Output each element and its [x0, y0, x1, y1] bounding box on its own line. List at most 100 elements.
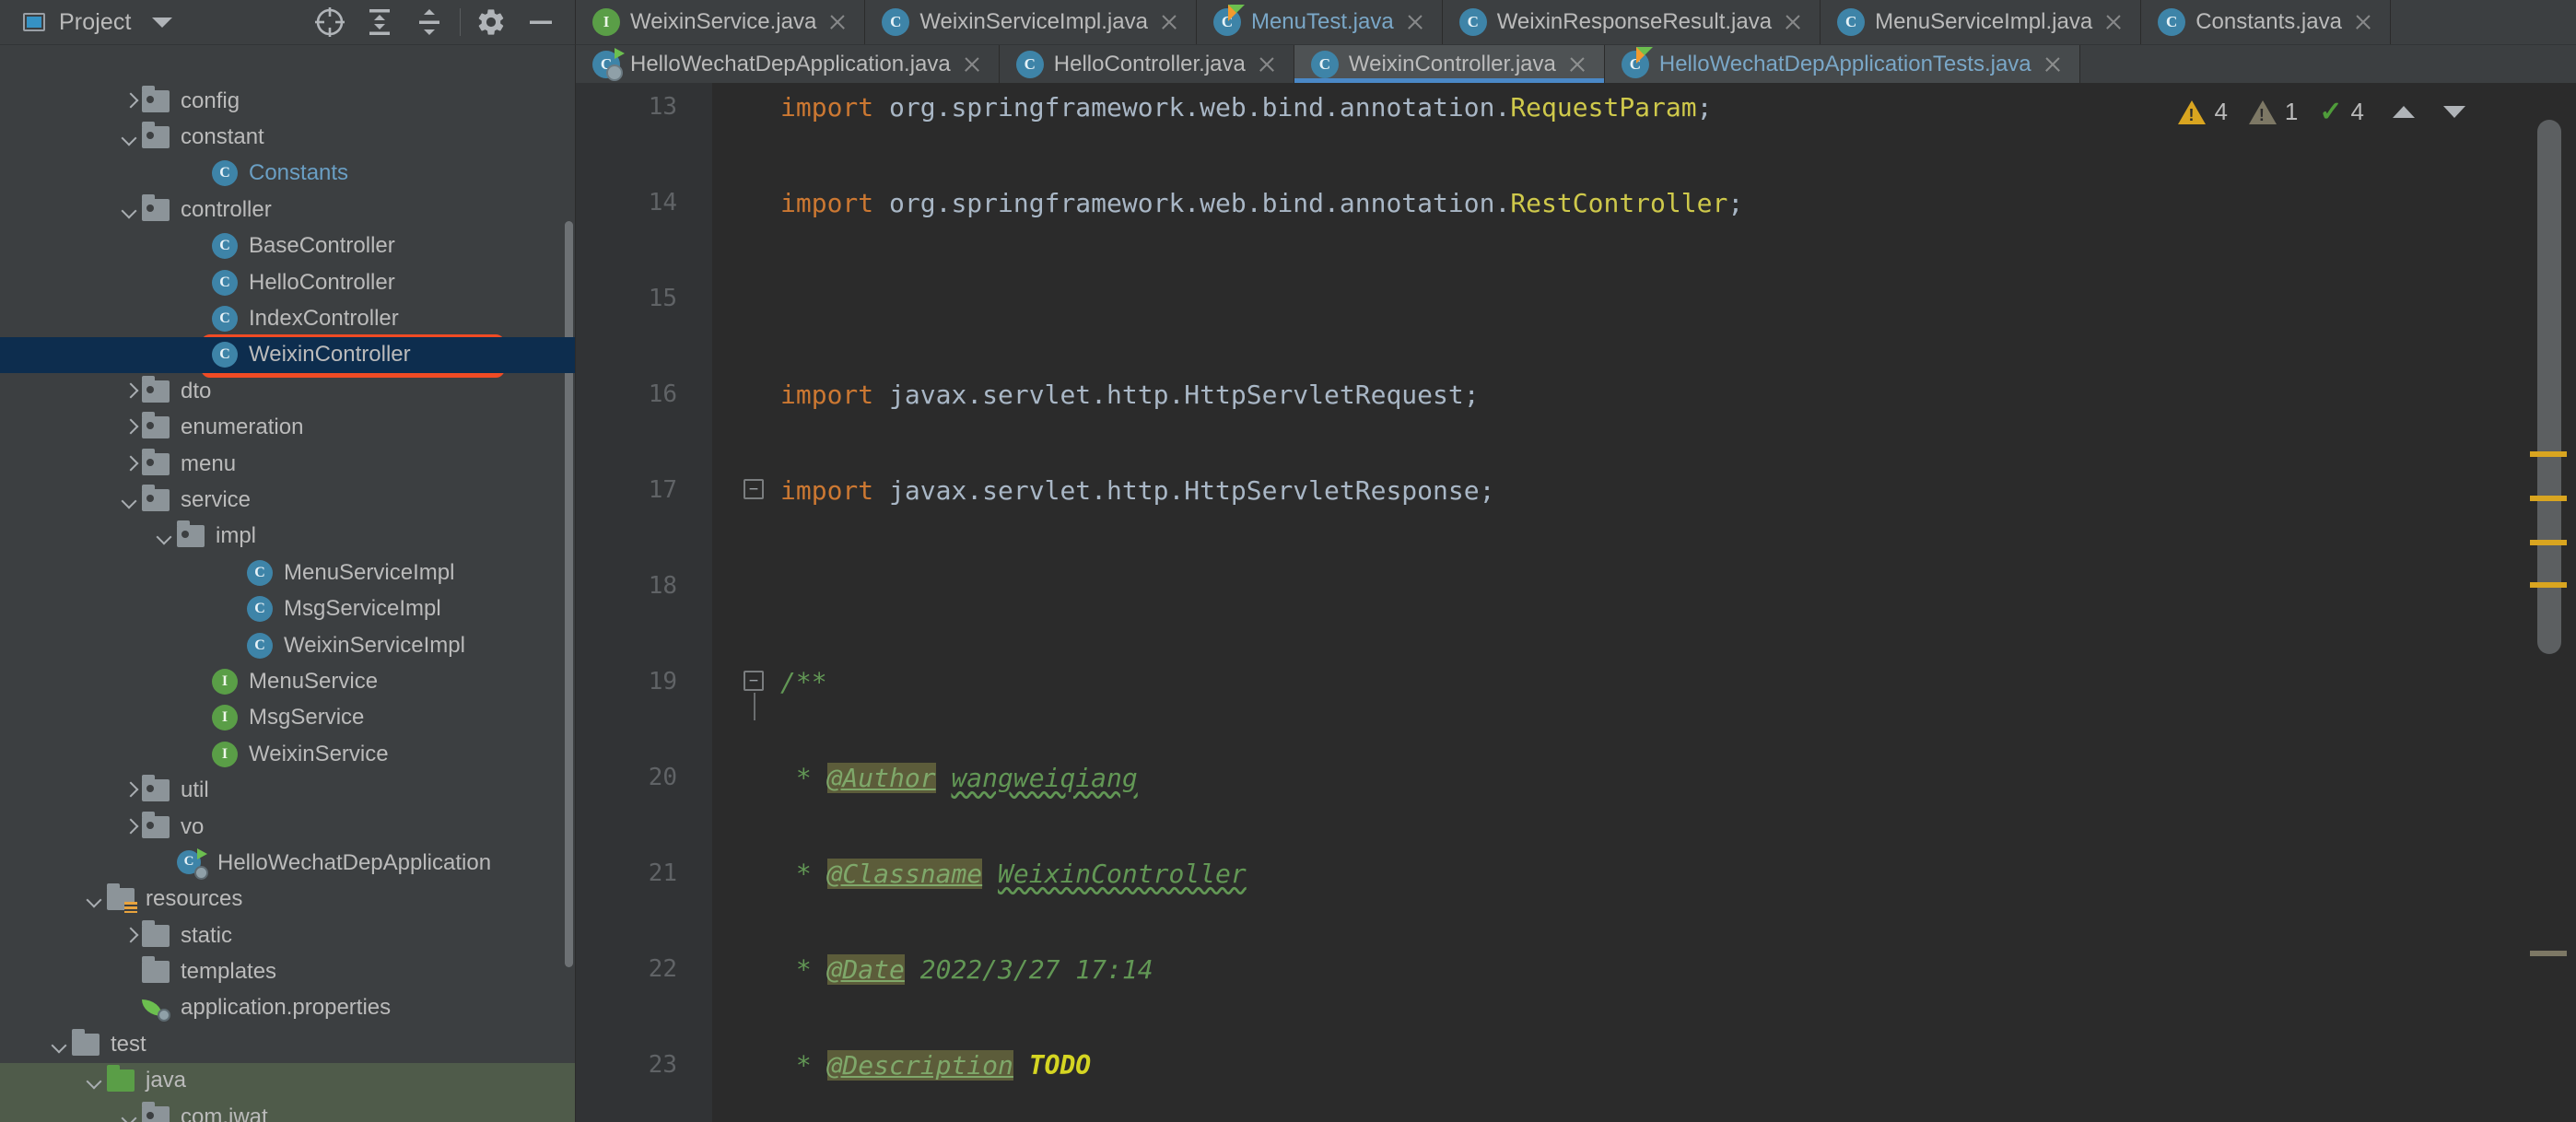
- close-icon[interactable]: [2352, 11, 2374, 33]
- editor-tab[interactable]: C HelloWechatDepApplicationTests.java: [1604, 45, 2080, 83]
- tree-item-java[interactable]: java: [0, 1062, 575, 1099]
- scrollbar-marker[interactable]: [2530, 582, 2567, 588]
- tree-item-templates[interactable]: templates: [0, 953, 575, 989]
- tree-item-dto[interactable]: dto: [0, 373, 575, 409]
- tree-item-menu[interactable]: menu: [0, 446, 575, 482]
- chevron-right-icon[interactable]: [118, 380, 142, 403]
- tree-item-msgservice[interactable]: I MsgService: [0, 700, 575, 736]
- editor-tab[interactable]: C MenuTest.java: [1197, 0, 1443, 44]
- chevron-down-icon[interactable]: [118, 198, 142, 222]
- close-icon[interactable]: [2102, 11, 2125, 33]
- code-line[interactable]: 22 * @Date 2022/3/27 17:14: [576, 945, 2576, 993]
- chevron-down-icon[interactable]: [83, 887, 107, 911]
- chevron-right-icon[interactable]: [118, 815, 142, 839]
- scrollbar-marker[interactable]: [2530, 496, 2567, 501]
- project-tree[interactable]: config constant C Constants controller C BaseC…: [0, 83, 575, 1122]
- chevron-right-icon[interactable]: [118, 415, 142, 439]
- scrollbar-marker[interactable]: [2530, 951, 2567, 956]
- tree-item-basecontroller[interactable]: C BaseController: [0, 228, 575, 264]
- tree-item-menuserviceimpl[interactable]: C MenuServiceImpl: [0, 555, 575, 590]
- code-line[interactable]: 17 − import javax.servlet.http.HttpServlet…: [576, 466, 2576, 514]
- scrollbar-marker[interactable]: [2530, 540, 2567, 545]
- tree-item-service[interactable]: service: [0, 482, 575, 518]
- editor-scrollbar[interactable]: [2537, 120, 2561, 654]
- tree-item-util[interactable]: util: [0, 772, 575, 808]
- close-icon[interactable]: [2042, 53, 2064, 76]
- code-line[interactable]: 19 −/**: [576, 658, 2576, 720]
- code-content[interactable]: 13 import org.springframework.web.bind.an…: [576, 83, 2576, 1122]
- tree-item-enumeration[interactable]: enumeration: [0, 410, 575, 446]
- next-highlight-icon[interactable]: [2443, 106, 2465, 118]
- tree-item-indexcontroller[interactable]: C IndexController: [0, 300, 575, 336]
- locate-icon[interactable]: [305, 1, 355, 43]
- code-text: /**: [780, 667, 827, 697]
- hide-panel-icon[interactable]: [516, 1, 566, 43]
- chevron-down-icon[interactable]: [48, 1033, 72, 1057]
- editor-tab[interactable]: C HelloWechatDepApplication.java: [576, 45, 1000, 83]
- code-line[interactable]: 20 * @Author wangweiqiang: [576, 754, 2576, 801]
- tree-item-resources[interactable]: resources: [0, 882, 575, 917]
- chevron-right-icon[interactable]: [118, 452, 142, 476]
- chevron-down-icon[interactable]: [153, 524, 177, 548]
- tree-item-controller[interactable]: controller: [0, 192, 575, 228]
- close-icon[interactable]: [961, 53, 983, 76]
- editor-tab[interactable]: I WeixinService.java: [576, 0, 866, 44]
- previous-highlight-icon[interactable]: [2393, 106, 2415, 118]
- chevron-right-icon[interactable]: [118, 89, 142, 113]
- code-line[interactable]: 21 * @Classname WeixinController: [576, 849, 2576, 897]
- chevron-right-icon[interactable]: [118, 924, 142, 948]
- gutter-marker-icon[interactable]: [686, 666, 718, 697]
- editor-tab[interactable]: C WeixinServiceImpl.java: [865, 0, 1197, 44]
- tree-item-impl[interactable]: impl: [0, 519, 575, 555]
- tree-item-config[interactable]: config: [0, 83, 575, 119]
- tree-item-application-properties[interactable]: application.properties: [0, 990, 575, 1026]
- expand-all-icon[interactable]: [355, 1, 404, 43]
- close-icon[interactable]: [1782, 11, 1804, 33]
- close-icon[interactable]: [826, 11, 849, 33]
- tree-item-com-iwat[interactable]: com.iwat: [0, 1098, 575, 1122]
- tree-item-menuservice[interactable]: I MenuService: [0, 663, 575, 699]
- chevron-down-icon[interactable]: [151, 17, 172, 28]
- chevron-down-icon[interactable]: [118, 125, 142, 149]
- editor-tab-active[interactable]: C WeixinController.java: [1294, 45, 1605, 83]
- code-line[interactable]: 14 import org.springframework.web.bind.an…: [576, 179, 2576, 227]
- code-fold-toggle[interactable]: −: [744, 671, 764, 720]
- editor-tab[interactable]: C MenuServiceImpl.java: [1821, 0, 2142, 44]
- code-line[interactable]: 23 * @Description TODO: [576, 1041, 2576, 1089]
- tree-item-static[interactable]: static: [0, 917, 575, 953]
- code-editor[interactable]: 13 import org.springframework.web.bind.an…: [575, 83, 2576, 1122]
- code-fold-toggle[interactable]: −: [744, 479, 764, 499]
- editor-tab[interactable]: C Constants.java: [2141, 0, 2391, 44]
- close-icon[interactable]: [1566, 53, 1588, 76]
- tree-item-weixincontroller[interactable]: C WeixinController: [0, 336, 575, 374]
- settings-icon[interactable]: [466, 1, 516, 43]
- tree-item-msgserviceimpl[interactable]: C MsgServiceImpl: [0, 590, 575, 626]
- chevron-down-icon[interactable]: [118, 1105, 142, 1122]
- tree-item-constants[interactable]: C Constants: [0, 156, 575, 192]
- code-line[interactable]: 16 import javax.servlet.http.HttpServletR…: [576, 370, 2576, 418]
- close-icon[interactable]: [1158, 11, 1180, 33]
- editor-tab[interactable]: C WeixinResponseResult.java: [1443, 0, 1821, 44]
- class-file-icon: C: [212, 160, 238, 187]
- close-icon[interactable]: [1256, 53, 1278, 76]
- tree-item-hellocontroller[interactable]: C HelloController: [0, 264, 575, 300]
- chevron-down-icon[interactable]: [118, 488, 142, 512]
- folder-icon: [142, 375, 170, 403]
- code-line[interactable]: 18: [576, 562, 2576, 610]
- code-line[interactable]: 15: [576, 275, 2576, 322]
- tree-item-weixinserviceimpl[interactable]: C WeixinServiceImpl: [0, 627, 575, 663]
- collapse-all-icon[interactable]: [404, 1, 454, 43]
- tree-item-vo[interactable]: vo: [0, 809, 575, 845]
- tree-item-hellowechatdepapplication[interactable]: C HelloWechatDepApplication: [0, 845, 575, 881]
- close-icon[interactable]: [1404, 11, 1426, 33]
- editor-tab[interactable]: C HelloController.java: [1000, 45, 1294, 83]
- tree-item-weixinservice[interactable]: I WeixinService: [0, 736, 575, 772]
- chevron-down-icon[interactable]: [83, 1069, 107, 1093]
- chevron-right-icon[interactable]: [118, 778, 142, 802]
- inspection-widget[interactable]: 4 1 ✓ 4: [2178, 96, 2465, 128]
- scrollbar-marker[interactable]: [2530, 451, 2567, 457]
- tree-item-constant[interactable]: constant: [0, 119, 575, 155]
- tree-item-label: templates: [181, 959, 277, 985]
- tree-item-test[interactable]: test: [0, 1026, 575, 1062]
